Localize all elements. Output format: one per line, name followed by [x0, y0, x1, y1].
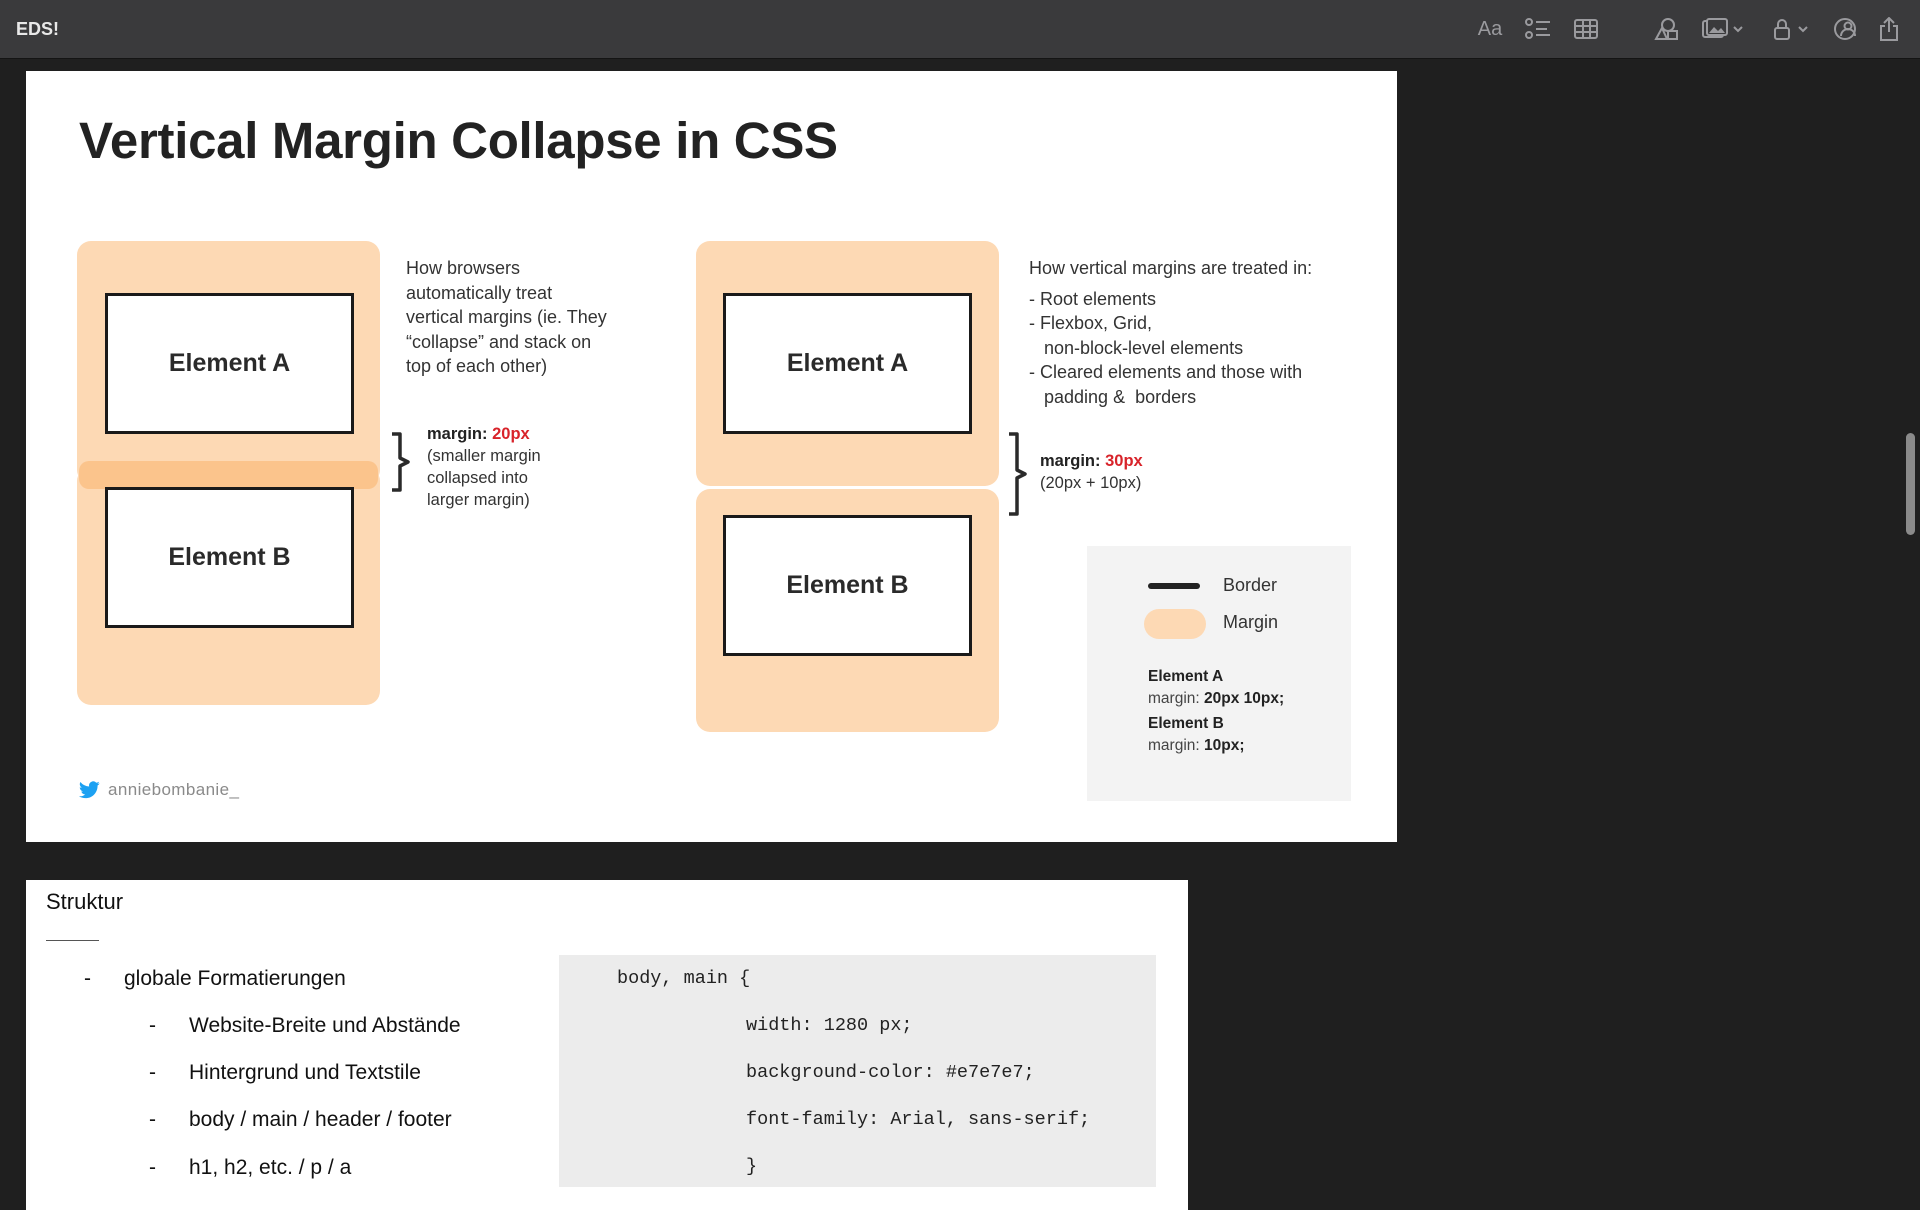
margin-note-line: (20px + 10px) — [1040, 474, 1142, 492]
margin-note-line: (smaller margin — [427, 447, 541, 465]
legend-margin-prefix: margin: — [1148, 737, 1204, 754]
margin-value: 20px — [492, 425, 530, 443]
bullet-dash: - — [84, 967, 91, 990]
vertical-scrollbar[interactable] — [1906, 433, 1915, 535]
right-explanation: How vertical margins are treated in: - R… — [1029, 256, 1312, 409]
right-item: - Cleared elements and those with — [1029, 362, 1303, 382]
border-swatch — [1148, 583, 1200, 589]
right-item: non-block-level elements — [1029, 337, 1244, 358]
explanation-line: “collapse” and stack on — [406, 331, 592, 352]
legend-margin-label: Margin — [1223, 612, 1279, 632]
lock-icon[interactable] — [1772, 13, 1812, 45]
explanation-line: vertical margins (ie. They — [406, 307, 607, 327]
legend-margin-prefix: margin: — [1148, 690, 1204, 707]
element-b-box: Element B — [105, 487, 354, 628]
bullet-dash: - — [149, 1061, 156, 1084]
explanation-line: How browsers — [406, 258, 521, 278]
list-item[interactable]: Hintergrund und Textstile — [189, 1061, 421, 1085]
legend-border-label: Border — [1223, 575, 1278, 595]
explanation-line: top of each other) — [406, 356, 548, 376]
right-item: padding & borders — [1029, 386, 1197, 407]
right-heading: How vertical margins are treated in: — [1029, 258, 1313, 278]
element-b-box: Element B — [723, 515, 972, 656]
margin-note-line: larger margin) — [427, 491, 530, 509]
list-item[interactable]: h1, h2, etc. / p / a — [189, 1156, 351, 1180]
text-format-label: Aa — [1477, 17, 1503, 40]
twitter-bird-icon — [79, 781, 100, 799]
heading-divider — [46, 940, 99, 941]
collapsed-margin-strip — [79, 461, 378, 489]
media-icon[interactable] — [1700, 13, 1748, 45]
code-line: body, main { — [617, 968, 751, 989]
code-line: font-family: Arial, sans-serif; — [746, 1109, 1091, 1130]
notes-card[interactable]: Struktur - globale Formatierungen - Webs… — [26, 880, 1188, 1210]
collaborate-icon[interactable] — [1650, 13, 1682, 45]
infographic-image: Vertical Margin Collapse in CSS Element … — [26, 71, 1397, 842]
margin-label: margin: — [427, 425, 488, 443]
legend-element-a: Element A margin: 20px 10px; — [1148, 666, 1284, 710]
author-handle: anniebombanie_ — [108, 780, 240, 799]
element-a-box: Element A — [723, 293, 972, 434]
toolbar: EDS! Aa — [0, 0, 1920, 59]
list-item[interactable]: globale Formatierungen — [124, 967, 346, 991]
code-block[interactable]: body, main { width: 1280 px; background-… — [559, 955, 1156, 1187]
document-title: EDS! — [16, 19, 60, 39]
legend-element-b: Element B margin: 10px; — [1148, 713, 1245, 757]
code-line: } — [746, 1156, 758, 1177]
list-item[interactable]: body / main / header / footer — [189, 1108, 452, 1132]
right-item: - Root elements — [1029, 288, 1157, 309]
bullet-dash: - — [149, 1014, 156, 1037]
margin-note-line: collapsed into — [427, 469, 528, 487]
bullet-dash: - — [149, 1156, 156, 1179]
legend-margin-value: 20px 10px; — [1204, 690, 1285, 707]
right-item: - Flexbox, Grid, — [1029, 313, 1153, 333]
slide-title: Vertical Margin Collapse in CSS — [79, 112, 838, 169]
list-item[interactable]: Website-Breite und Abstände — [189, 1014, 461, 1038]
left-brace-icon — [392, 432, 410, 492]
right-margin-annotation: margin: 30px (20px + 10px) — [1040, 450, 1143, 494]
notes-heading[interactable]: Struktur — [46, 889, 123, 915]
margin-swatch — [1144, 609, 1206, 639]
table-icon[interactable] — [1570, 13, 1602, 45]
legend-margin-value: 10px; — [1204, 737, 1245, 754]
legend-element-b-title: Element B — [1148, 715, 1224, 732]
share-with-people-icon[interactable] — [1830, 13, 1862, 45]
bullet-dash: - — [149, 1108, 156, 1131]
left-explanation: How browsers automatically treat vertica… — [406, 256, 607, 379]
left-margin-annotation: margin: 20px (smaller margin collapsed i… — [427, 423, 541, 511]
export-icon[interactable] — [1874, 13, 1904, 45]
legend-element-a-title: Element A — [1148, 668, 1224, 685]
legend-panel: Border Margin Element A margin: 20px 10p… — [1087, 546, 1351, 801]
code-line: width: 1280 px; — [746, 1015, 913, 1036]
checklist-icon[interactable] — [1522, 13, 1554, 45]
code-line: background-color: #e7e7e7; — [746, 1062, 1035, 1083]
author-credit: anniebombanie_ — [79, 780, 239, 800]
margin-label: margin: — [1040, 452, 1101, 470]
text-format-icon[interactable]: Aa — [1474, 13, 1506, 45]
element-a-box: Element A — [105, 293, 354, 434]
explanation-line: automatically treat — [406, 282, 553, 303]
right-brace-icon — [1009, 432, 1027, 516]
margin-value: 30px — [1105, 452, 1143, 470]
